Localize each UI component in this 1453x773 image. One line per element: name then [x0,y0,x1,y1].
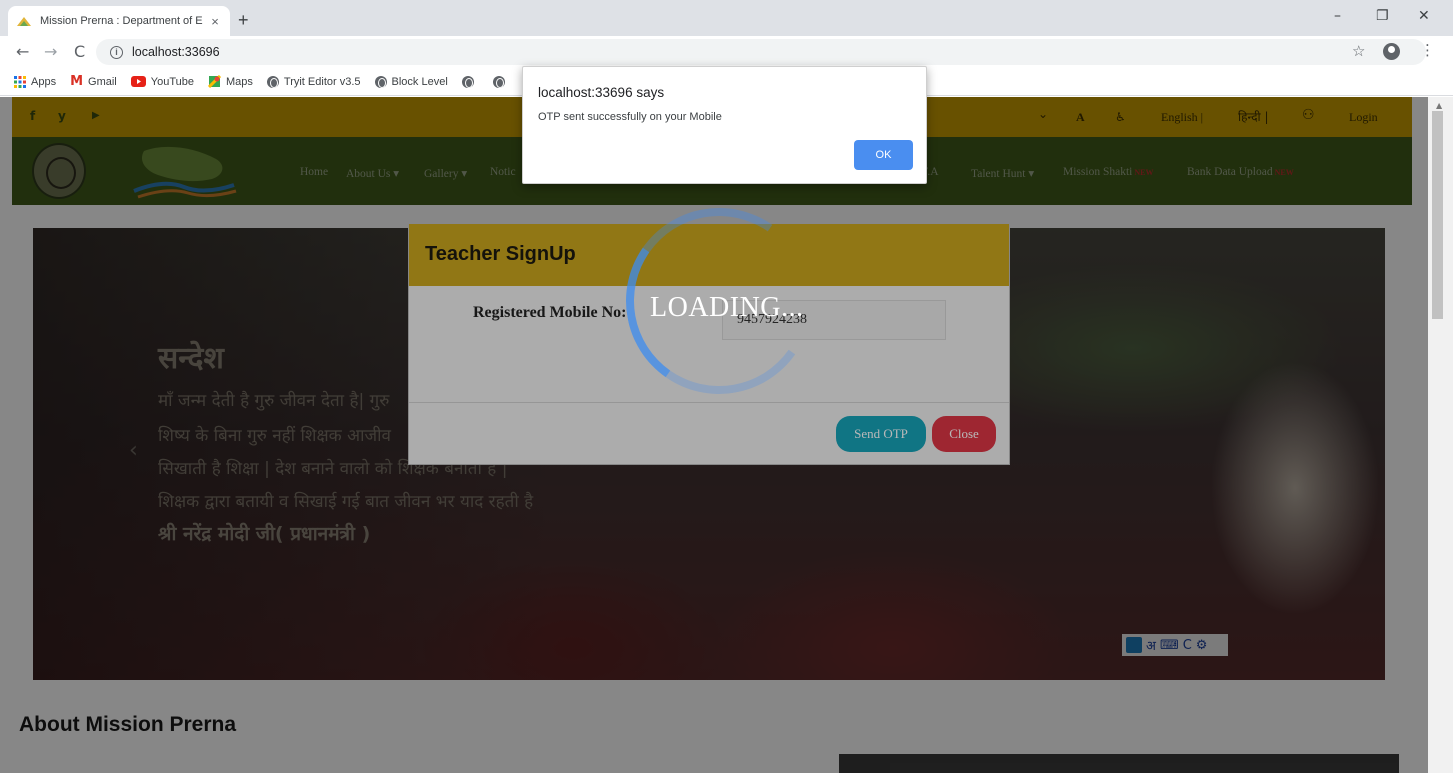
tab-title: Mission Prerna : Department of E [40,15,203,27]
bookmark-maps[interactable]: Maps [207,75,253,88]
chrome-menu-icon[interactable]: ⋮ [1420,41,1435,59]
profile-avatar-icon[interactable] [1383,43,1400,60]
window-close-button[interactable]: ✕ [1418,8,1430,24]
site-favicon-icon [16,14,32,28]
bookmark-label: Maps [225,75,253,88]
tab-close-icon[interactable]: × [208,14,222,29]
apps-grid-icon [14,75,26,88]
browser-toolbar: ← → C i localhost:33696 ☆ ⋮ [0,36,1453,68]
bookmark-label: YouTube [150,75,194,88]
alert-title: localhost:33696 says [538,85,665,100]
bookmark-gmail[interactable]: M Gmail [70,74,117,89]
alert-message: OTP sent successfully on your Mobile [538,111,722,123]
maps-icon [207,75,221,88]
bookmark-unnamed-1[interactable] [461,75,479,88]
globe-icon [492,75,505,88]
bookmark-unnamed-2[interactable] [492,75,510,88]
js-alert-dialog: localhost:33696 says OTP sent successful… [522,66,927,184]
address-bar[interactable]: i localhost:33696 [96,39,1426,65]
youtube-icon [130,76,146,87]
bookmark-label: Block Level [391,75,448,88]
forward-button[interactable]: → [44,42,57,61]
url-text[interactable]: localhost:33696 [132,45,220,59]
scrollbar-thumb[interactable] [1432,111,1443,319]
globe-icon [374,75,387,88]
globe-icon [266,75,279,88]
new-tab-button[interactable]: + [238,10,249,31]
bookmark-label: Gmail [88,75,117,88]
bookmark-label: Tryit Editor v3.5 [283,75,361,88]
bookmark-youtube[interactable]: YouTube [130,75,194,88]
restore-button[interactable]: ❐ [1376,8,1389,24]
bookmark-star-icon[interactable]: ☆ [1352,42,1365,60]
alert-ok-button[interactable]: OK [854,140,913,170]
globe-icon [461,75,474,88]
tab-strip: Mission Prerna : Department of E × + – ❐… [0,0,1453,36]
reload-button[interactable]: C [74,42,85,61]
bookmark-label: Apps [31,75,57,88]
browser-tab[interactable]: Mission Prerna : Department of E × [8,6,230,36]
page-viewport: f y ▶ ⌄ A ♿ English | हिन्दी | ⚇ Login H… [0,97,1428,773]
bookmark-apps[interactable]: Apps [14,75,57,88]
minimize-button[interactable]: – [1334,8,1341,24]
site-info-icon[interactable]: i [110,45,123,59]
scroll-up-arrow-icon[interactable]: ▲ [1436,101,1442,110]
bookmark-tryit-editor[interactable]: Tryit Editor v3.5 [266,75,361,88]
back-button[interactable]: ← [16,42,29,61]
loading-text: LOADING... [650,292,804,323]
bookmark-block-level[interactable]: Block Level [374,75,448,88]
gmail-icon: M [70,74,84,89]
page-scrollbar[interactable]: ▲ [1428,97,1453,773]
